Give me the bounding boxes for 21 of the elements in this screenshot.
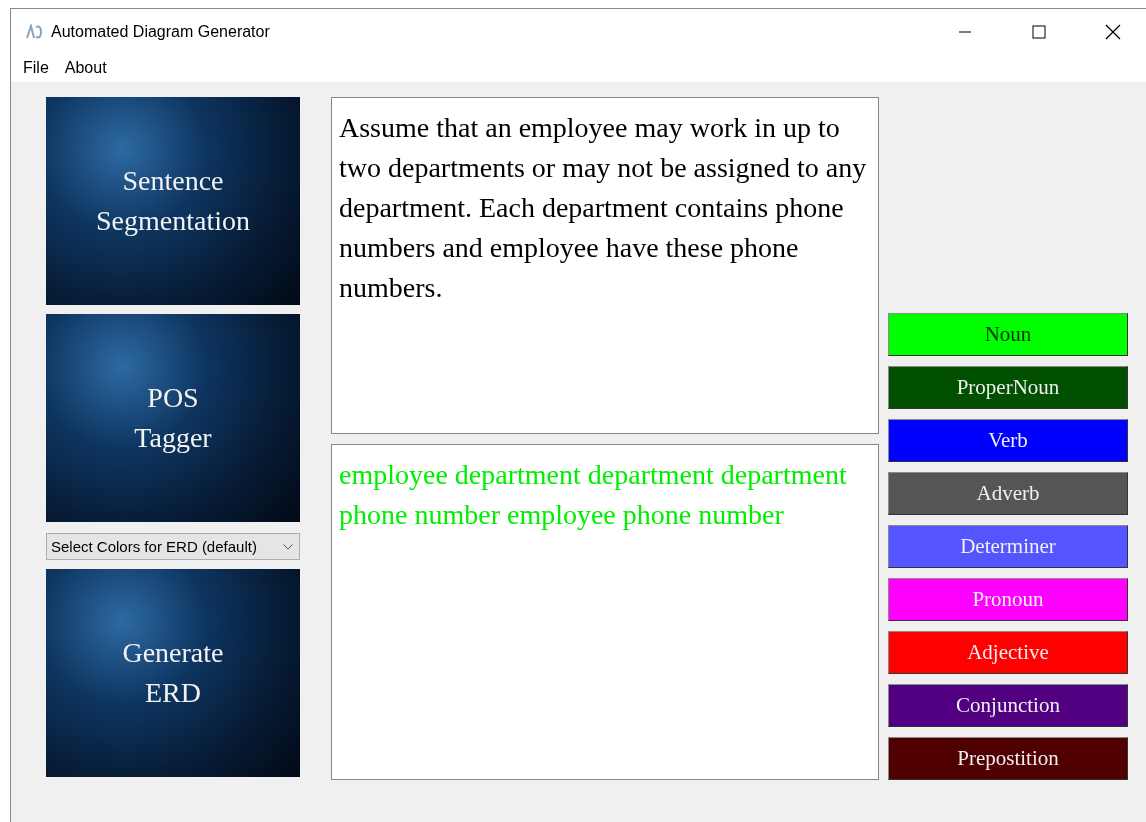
- tag-color-button[interactable]: Prepostition: [888, 737, 1128, 780]
- close-icon: [1105, 23, 1121, 40]
- menu-item[interactable]: About: [56, 57, 115, 79]
- tag-color-button[interactable]: Conjunction: [888, 684, 1128, 727]
- input-text-area[interactable]: Assume that an employee may work in up to two departments or may not be assigned to any department. Each department contains phone numbers and employee have these phone numbers.: [331, 97, 879, 434]
- maximize-icon: [1032, 24, 1046, 39]
- image-button[interactable]: Sentence Segmentation: [46, 97, 300, 305]
- tag-color-button[interactable]: Determiner: [888, 525, 1128, 568]
- tag-color-button[interactable]: Verb: [888, 419, 1128, 462]
- tag-color-button[interactable]: ProperNoun: [888, 366, 1128, 409]
- tag-color-button[interactable]: Adjective: [888, 631, 1128, 674]
- app-icon: [25, 23, 43, 40]
- image-button[interactable]: Generate ERD: [46, 569, 300, 777]
- window-title: Automated Diagram Generator: [51, 22, 271, 41]
- tag-color-button[interactable]: Adverb: [888, 472, 1128, 515]
- color-dropdown[interactable]: Select Colors for ERD (default): [46, 533, 300, 560]
- tag-color-button[interactable]: Noun: [888, 313, 1128, 356]
- minimize-icon: [959, 30, 971, 33]
- menu-item[interactable]: File: [15, 57, 57, 79]
- chevron-down-icon: [283, 543, 293, 550]
- image-button[interactable]: POS Tagger: [46, 314, 300, 522]
